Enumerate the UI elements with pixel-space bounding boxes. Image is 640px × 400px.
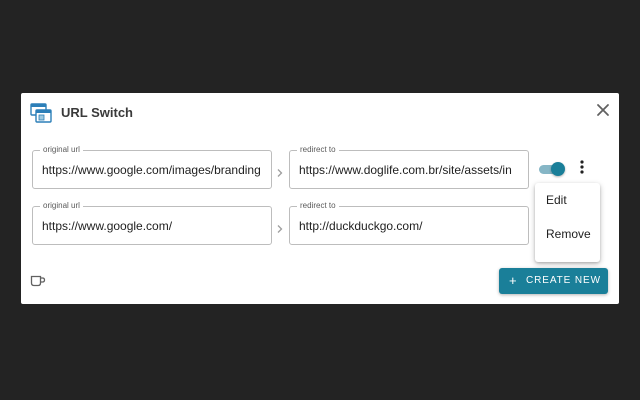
app-title: URL Switch — [61, 105, 133, 120]
plus-icon: + — [509, 273, 517, 288]
create-new-button[interactable]: + CREATE NEW — [499, 268, 608, 294]
url-switch-panel: URL Switch original url redirect to orig… — [21, 93, 619, 304]
redirect-url-input[interactable] — [299, 217, 522, 235]
more-vert-icon[interactable] — [575, 159, 589, 175]
redirect-to-legend: redirect to — [297, 201, 339, 211]
original-url-legend: original url — [40, 145, 83, 155]
original-url-input[interactable] — [42, 217, 265, 235]
redirect-to-legend: redirect to — [297, 145, 339, 155]
chevron-right-icon — [276, 165, 284, 177]
original-url-legend: original url — [40, 201, 83, 211]
redirect-url-field: redirect to — [289, 145, 529, 189]
close-icon[interactable] — [595, 102, 611, 118]
menu-item-remove[interactable]: Remove — [535, 218, 600, 250]
original-url-input[interactable] — [42, 161, 265, 179]
menu-item-edit[interactable]: Edit — [535, 184, 600, 216]
rule-context-menu: Edit Remove — [535, 183, 600, 262]
redirect-url-field: redirect to — [289, 201, 529, 245]
coffee-cup-icon[interactable] — [30, 274, 46, 287]
chevron-right-icon — [276, 221, 284, 233]
original-url-field: original url — [32, 145, 272, 189]
toggle-thumb — [551, 162, 565, 176]
browser-windows-icon — [30, 103, 52, 123]
rule-enabled-toggle[interactable] — [539, 162, 565, 176]
redirect-url-input[interactable] — [299, 161, 522, 179]
create-new-label: CREATE NEW — [526, 275, 601, 286]
original-url-field: original url — [32, 201, 272, 245]
